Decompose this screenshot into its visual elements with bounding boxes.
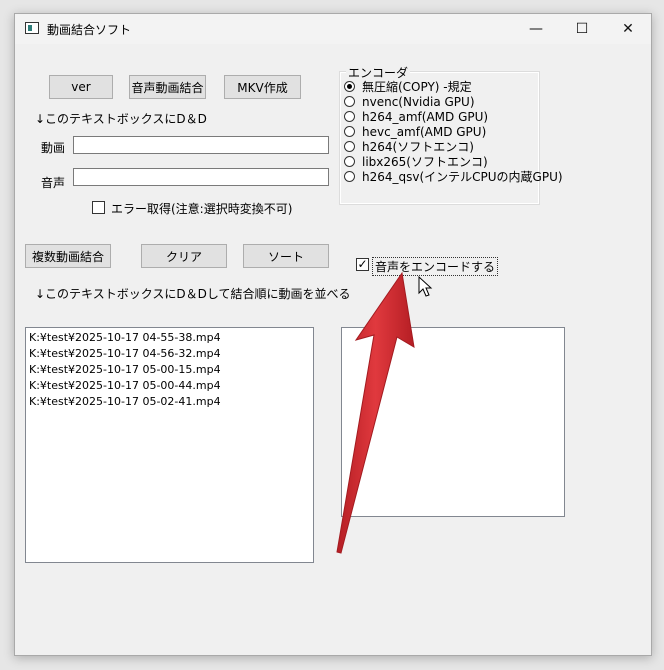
video-label: 動画 bbox=[41, 141, 66, 155]
encode-audio-label: 音声をエンコードする bbox=[372, 257, 499, 276]
audio-path-input[interactable] bbox=[73, 168, 329, 186]
dnd-hint-top: ↓このテキストボックスにD＆D bbox=[35, 112, 207, 126]
app-icon bbox=[25, 22, 39, 34]
title-bar[interactable]: 動画結合ソフト — ☐ ✕ bbox=[15, 14, 651, 44]
video-path-input[interactable] bbox=[73, 136, 329, 154]
audio-label: 音声 bbox=[41, 176, 66, 190]
window-title: 動画結合ソフト bbox=[47, 23, 132, 37]
list-item[interactable]: K:¥test¥2025-10-17 04-55-38.mp4 bbox=[26, 330, 313, 346]
dnd-hint-list: ↓このテキストボックスにD＆Dして結合順に動画を並べる bbox=[35, 287, 351, 301]
radio-button[interactable] bbox=[344, 126, 355, 137]
encoder-option[interactable]: hevc_amf(AMD GPU) bbox=[344, 124, 486, 139]
clear-button[interactable]: クリア bbox=[141, 244, 227, 268]
main-window: 動画結合ソフト — ☐ ✕ ver 音声動画結合 MKV作成 ↓このテキストボッ… bbox=[14, 13, 652, 656]
list-item[interactable]: K:¥test¥2025-10-17 05-00-15.mp4 bbox=[26, 362, 313, 378]
radio-button[interactable] bbox=[344, 156, 355, 167]
radio-button[interactable] bbox=[344, 96, 355, 107]
list-item[interactable]: K:¥test¥2025-10-17 04-56-32.mp4 bbox=[26, 346, 313, 362]
encoder-option-label: hevc_amf(AMD GPU) bbox=[362, 124, 487, 139]
radio-selected-dot bbox=[347, 84, 352, 89]
output-listbox[interactable] bbox=[341, 327, 565, 517]
ver-button[interactable]: ver bbox=[49, 75, 113, 99]
encoder-option-label: 無圧縮(COPY) -規定 bbox=[362, 80, 472, 94]
file-list[interactable]: K:¥test¥2025-10-17 04-55-38.mp4 K:¥test¥… bbox=[25, 327, 314, 563]
maximize-button[interactable]: ☐ bbox=[559, 14, 605, 44]
encoder-option[interactable]: h264_amf(AMD GPU) bbox=[344, 109, 488, 124]
audio-video-merge-button[interactable]: 音声動画結合 bbox=[129, 75, 206, 99]
encoder-groupbox: エンコーダ 無圧縮(COPY) -規定 nvenc(Nvidia GPU) h2… bbox=[339, 64, 563, 205]
radio-button[interactable] bbox=[344, 171, 355, 182]
encoder-option[interactable]: libx265(ソフトエンコ) bbox=[344, 154, 488, 169]
list-item[interactable]: K:¥test¥2025-10-17 05-02-41.mp4 bbox=[26, 394, 313, 410]
encoder-option-label: h264_amf(AMD GPU) bbox=[362, 109, 489, 124]
sort-button[interactable]: ソート bbox=[243, 244, 329, 268]
encoder-option[interactable]: h264(ソフトエンコ) bbox=[344, 139, 474, 154]
error-capture-label: エラー取得(注意:選択時変換不可) bbox=[111, 202, 293, 216]
encoder-option[interactable]: h264_qsv(インテルCPUの内蔵GPU) bbox=[344, 169, 563, 184]
minimize-button[interactable]: — bbox=[513, 14, 559, 44]
error-capture-checkbox[interactable] bbox=[92, 201, 105, 214]
mkv-create-button[interactable]: MKV作成 bbox=[224, 75, 301, 99]
close-button[interactable]: ✕ bbox=[605, 14, 651, 44]
multi-video-merge-button[interactable]: 複数動画結合 bbox=[25, 244, 111, 268]
encode-audio-checkbox[interactable]: ✓ bbox=[356, 258, 369, 271]
radio-button[interactable] bbox=[344, 141, 355, 152]
encoder-option[interactable]: nvenc(Nvidia GPU) bbox=[344, 94, 475, 109]
radio-button[interactable] bbox=[344, 81, 355, 92]
encoder-option[interactable]: 無圧縮(COPY) -規定 bbox=[344, 79, 472, 94]
encoder-option-label: nvenc(Nvidia GPU) bbox=[362, 94, 475, 109]
radio-button[interactable] bbox=[344, 111, 355, 122]
list-item[interactable]: K:¥test¥2025-10-17 05-00-44.mp4 bbox=[26, 378, 313, 394]
encoder-option-label: h264_qsv(インテルCPUの内蔵GPU) bbox=[362, 170, 563, 184]
